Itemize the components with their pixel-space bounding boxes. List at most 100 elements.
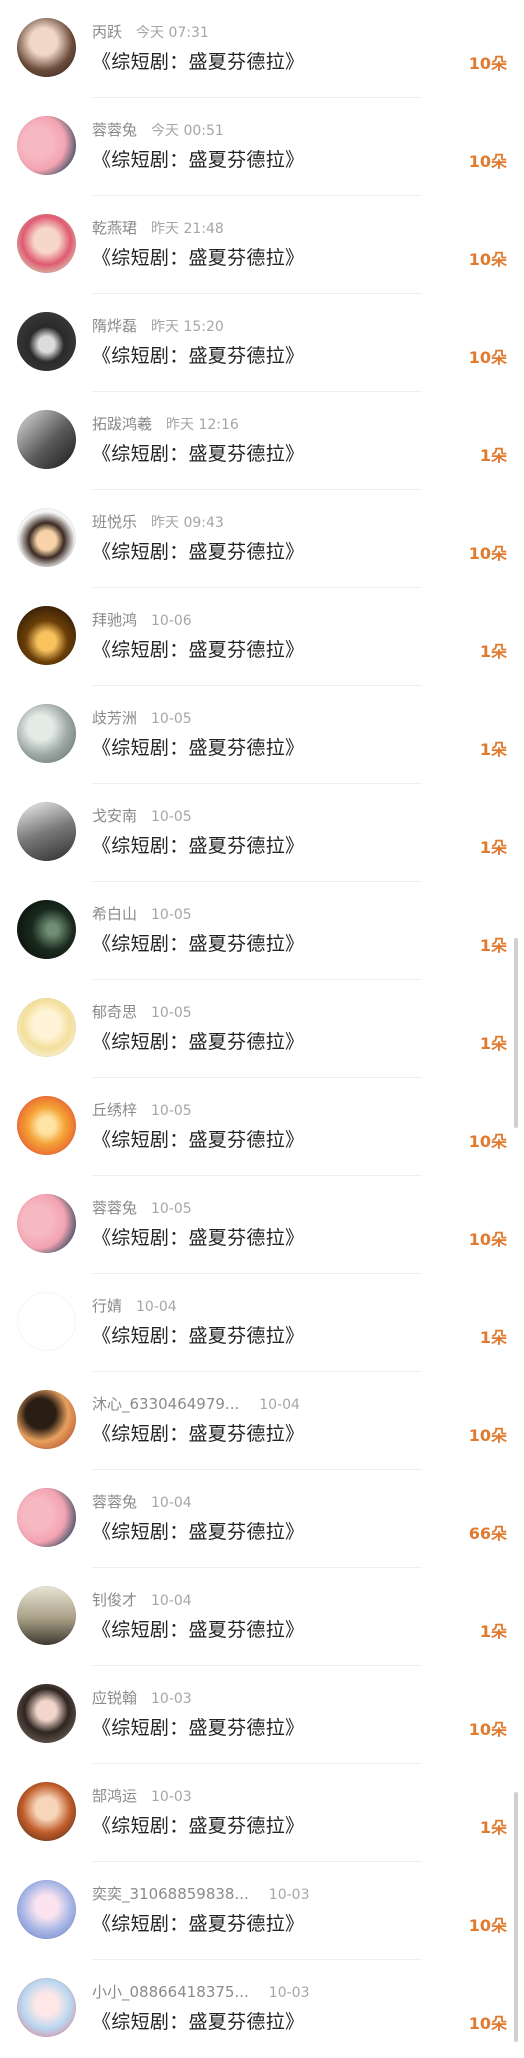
list-item[interactable]: 隋烨磊 昨天 15:20 《综短剧：盛夏芬德拉》 10朵 xyxy=(0,294,524,392)
avatar[interactable] xyxy=(17,1782,76,1841)
timestamp: 今天 00:51 xyxy=(151,123,224,139)
avatar[interactable] xyxy=(17,1096,76,1155)
user-name[interactable]: 乾燕珺 xyxy=(92,219,137,237)
list-item[interactable]: 应锐翰 10-03 《综短剧：盛夏芬德拉》 10朵 xyxy=(0,1666,524,1764)
drama-title[interactable]: 《综短剧：盛夏芬德拉》 xyxy=(92,733,304,760)
list-item[interactable]: 郜鸿运 10-03 《综短剧：盛夏芬德拉》 1朵 xyxy=(0,1764,524,1862)
avatar[interactable] xyxy=(17,312,76,371)
scrollbar[interactable] xyxy=(514,938,518,1128)
drama-title[interactable]: 《综短剧：盛夏芬德拉》 xyxy=(92,1713,304,1740)
user-name[interactable]: 隋烨磊 xyxy=(92,317,137,335)
avatar[interactable] xyxy=(17,900,76,959)
avatar[interactable] xyxy=(17,1390,76,1449)
avatar[interactable] xyxy=(17,802,76,861)
drama-title[interactable]: 《综短剧：盛夏芬德拉》 xyxy=(92,1223,304,1250)
avatar[interactable] xyxy=(17,116,76,175)
gift-amount: 1朵 xyxy=(479,642,507,661)
user-name[interactable]: 拜驰鸿 xyxy=(92,611,137,629)
drama-title[interactable]: 《综短剧：盛夏芬德拉》 xyxy=(92,1615,304,1642)
avatar[interactable] xyxy=(17,606,76,665)
timestamp: 今天 07:31 xyxy=(136,25,209,41)
user-name[interactable]: 小小_08866418375... xyxy=(92,1983,249,2001)
user-meta: 行婧 10-04 xyxy=(92,1295,177,1316)
avatar[interactable] xyxy=(17,704,76,763)
list-item[interactable]: 班悦乐 昨天 09:43 《综短剧：盛夏芬德拉》 10朵 xyxy=(0,490,524,588)
list-item[interactable]: 蓉蓉兔 10-05 《综短剧：盛夏芬德拉》 10朵 xyxy=(0,1176,524,1274)
list-item[interactable]: 歧芳洲 10-05 《综短剧：盛夏芬德拉》 1朵 xyxy=(0,686,524,784)
list-item[interactable]: 乾燕珺 昨天 21:48 《综短剧：盛夏芬德拉》 10朵 xyxy=(0,196,524,294)
list-item[interactable]: 小小_08866418375... 10-03 《综短剧：盛夏芬德拉》 10朵 xyxy=(0,1960,524,2058)
drama-title[interactable]: 《综短剧：盛夏芬德拉》 xyxy=(92,1517,304,1544)
gift-record-list: 丙跃 今天 07:31 《综短剧：盛夏芬德拉》 10朵 蓉蓉兔 今天 00:51 《… xyxy=(0,0,524,2048)
avatar[interactable] xyxy=(17,1292,76,1351)
avatar[interactable] xyxy=(17,998,76,1057)
user-name[interactable]: 戈安南 xyxy=(92,807,137,825)
drama-title[interactable]: 《综短剧：盛夏芬德拉》 xyxy=(92,439,304,466)
user-name[interactable]: 钊俊才 xyxy=(92,1591,137,1609)
drama-title[interactable]: 《综短剧：盛夏芬德拉》 xyxy=(92,831,304,858)
gift-amount: 10朵 xyxy=(468,152,507,171)
user-name[interactable]: 应锐翰 xyxy=(92,1689,137,1707)
user-name[interactable]: 丘绣梓 xyxy=(92,1101,137,1119)
user-name[interactable]: 奕奕_31068859838... xyxy=(92,1885,249,1903)
list-item[interactable]: 沐心_6330464979... 10-04 《综短剧：盛夏芬德拉》 10朵 xyxy=(0,1372,524,1470)
timestamp: 10-03 xyxy=(268,1985,310,2001)
avatar[interactable] xyxy=(17,18,76,77)
user-name[interactable]: 蓉蓉兔 xyxy=(92,121,137,139)
list-item[interactable]: 拜驰鸿 10-06 《综短剧：盛夏芬德拉》 1朵 xyxy=(0,588,524,686)
user-name[interactable]: 蓉蓉兔 xyxy=(92,1199,137,1217)
avatar[interactable] xyxy=(17,1684,76,1743)
avatar[interactable] xyxy=(17,214,76,273)
user-name[interactable]: 蓉蓉兔 xyxy=(92,1493,137,1511)
list-item[interactable]: 行婧 10-04 《综短剧：盛夏芬德拉》 1朵 xyxy=(0,1274,524,1372)
timestamp: 10-05 xyxy=(151,1201,192,1217)
user-name[interactable]: 丙跃 xyxy=(92,23,122,41)
user-meta: 拜驰鸿 10-06 xyxy=(92,609,192,630)
avatar[interactable] xyxy=(17,1194,76,1253)
drama-title[interactable]: 《综短剧：盛夏芬德拉》 xyxy=(92,1125,304,1152)
drama-title[interactable]: 《综短剧：盛夏芬德拉》 xyxy=(92,243,304,270)
user-name[interactable]: 行婧 xyxy=(92,1297,122,1315)
list-item[interactable]: 钊俊才 10-04 《综短剧：盛夏芬德拉》 1朵 xyxy=(0,1568,524,1666)
gift-amount: 10朵 xyxy=(468,1916,507,1935)
drama-title[interactable]: 《综短剧：盛夏芬德拉》 xyxy=(92,47,304,74)
list-item[interactable]: 丘绣梓 10-05 《综短剧：盛夏芬德拉》 10朵 xyxy=(0,1078,524,1176)
avatar[interactable] xyxy=(17,410,76,469)
list-item[interactable]: 戈安南 10-05 《综短剧：盛夏芬德拉》 1朵 xyxy=(0,784,524,882)
user-name[interactable]: 郁奇思 xyxy=(92,1003,137,1021)
drama-title[interactable]: 《综短剧：盛夏芬德拉》 xyxy=(92,1419,304,1446)
avatar[interactable] xyxy=(17,1978,76,2037)
gift-amount: 1朵 xyxy=(479,740,507,759)
gift-amount: 66朵 xyxy=(468,1524,507,1543)
avatar[interactable] xyxy=(17,1880,76,1939)
user-name[interactable]: 希白山 xyxy=(92,905,137,923)
list-item[interactable]: 郁奇思 10-05 《综短剧：盛夏芬德拉》 1朵 xyxy=(0,980,524,1078)
drama-title[interactable]: 《综短剧：盛夏芬德拉》 xyxy=(92,145,304,172)
user-name[interactable]: 沐心_6330464979... xyxy=(92,1395,239,1413)
user-name[interactable]: 郜鸿运 xyxy=(92,1787,137,1805)
drama-title[interactable]: 《综短剧：盛夏芬德拉》 xyxy=(92,1909,304,1936)
list-item[interactable]: 蓉蓉兔 10-04 《综短剧：盛夏芬德拉》 66朵 xyxy=(0,1470,524,1568)
drama-title[interactable]: 《综短剧：盛夏芬德拉》 xyxy=(92,929,304,956)
drama-title[interactable]: 《综短剧：盛夏芬德拉》 xyxy=(92,1027,304,1054)
scrollbar[interactable] xyxy=(514,1792,518,2042)
user-name[interactable]: 班悦乐 xyxy=(92,513,137,531)
list-item[interactable]: 奕奕_31068859838... 10-03 《综短剧：盛夏芬德拉》 10朵 xyxy=(0,1862,524,1960)
list-item[interactable]: 丙跃 今天 07:31 《综短剧：盛夏芬德拉》 10朵 xyxy=(0,0,524,98)
timestamp: 昨天 21:48 xyxy=(151,221,224,237)
user-name[interactable]: 拓跋鸿羲 xyxy=(92,415,152,433)
drama-title[interactable]: 《综短剧：盛夏芬德拉》 xyxy=(92,537,304,564)
avatar[interactable] xyxy=(17,508,76,567)
drama-title[interactable]: 《综短剧：盛夏芬德拉》 xyxy=(92,2007,304,2034)
list-item[interactable]: 希白山 10-05 《综短剧：盛夏芬德拉》 1朵 xyxy=(0,882,524,980)
avatar[interactable] xyxy=(17,1488,76,1547)
drama-title[interactable]: 《综短剧：盛夏芬德拉》 xyxy=(92,635,304,662)
drama-title[interactable]: 《综短剧：盛夏芬德拉》 xyxy=(92,1811,304,1838)
user-name[interactable]: 歧芳洲 xyxy=(92,709,137,727)
list-item[interactable]: 拓跋鸿羲 昨天 12:16 《综短剧：盛夏芬德拉》 1朵 xyxy=(0,392,524,490)
avatar[interactable] xyxy=(17,1586,76,1645)
gift-amount: 10朵 xyxy=(468,348,507,367)
drama-title[interactable]: 《综短剧：盛夏芬德拉》 xyxy=(92,1321,304,1348)
list-item[interactable]: 蓉蓉兔 今天 00:51 《综短剧：盛夏芬德拉》 10朵 xyxy=(0,98,524,196)
drama-title[interactable]: 《综短剧：盛夏芬德拉》 xyxy=(92,341,304,368)
